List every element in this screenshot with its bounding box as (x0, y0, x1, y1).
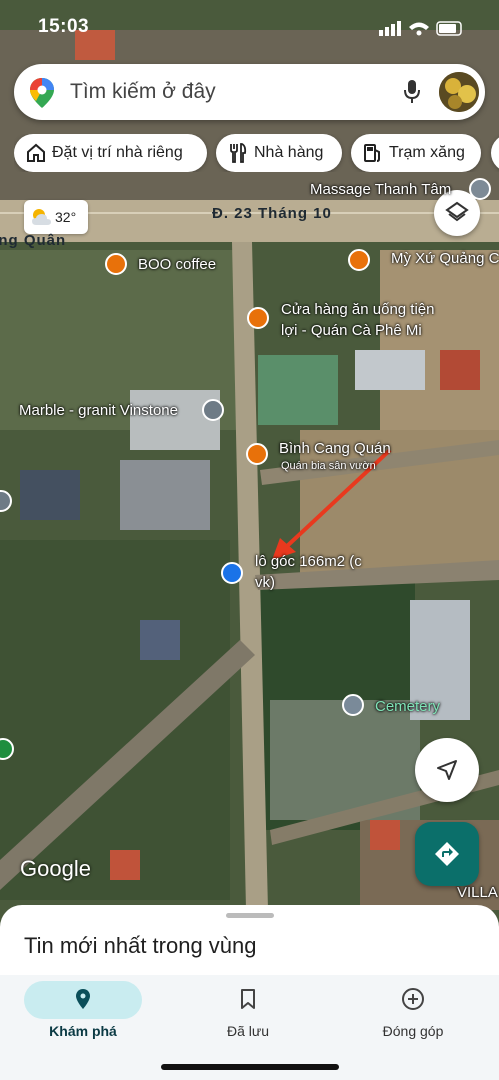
cafe-pin-icon[interactable] (105, 253, 127, 275)
street-label-left: Long Quân (0, 232, 67, 249)
chip-restaurants[interactable]: Nhà hàng (216, 134, 342, 172)
sheet-handle[interactable] (226, 913, 274, 918)
chip-set-home-label: Đặt vị trí nhà riêng (52, 144, 183, 161)
google-attribution: Google (20, 856, 91, 881)
gas-station-icon (364, 144, 380, 162)
marble-pin-icon[interactable] (202, 399, 224, 421)
flag-pin-icon[interactable] (221, 562, 243, 584)
home-icon (27, 143, 45, 162)
place-label-pin-line1[interactable]: lô góc 166m2 (c (255, 553, 362, 570)
tab-explore-label: Khám phá (49, 1023, 117, 1039)
add-circle-icon (402, 988, 424, 1010)
tab-contribute-label: Đóng góp (382, 1023, 444, 1039)
chip-restaurants-label: Nhà hàng (254, 144, 324, 161)
tab-saved[interactable]: Đã lưu (178, 975, 318, 1055)
place-label-massage[interactable]: Massage Thanh Tâm (310, 181, 451, 198)
massage-pin-icon[interactable] (469, 178, 491, 200)
place-label-villa: VILLA (457, 884, 498, 901)
category-chips: Đặt vị trí nhà riêng Nhà hàng Trạm xăng (14, 134, 499, 172)
sheet-title: Tin mới nhất trong vùng (24, 933, 257, 958)
microphone-icon[interactable] (402, 79, 422, 110)
avatar[interactable] (439, 72, 479, 112)
place-label-store-line1[interactable]: Cửa hàng ăn uống tiện (281, 301, 435, 318)
restaurant-icon (230, 143, 247, 163)
status-time: 15:03 (38, 16, 90, 37)
restaurant-pin-icon-2[interactable] (246, 443, 268, 465)
chip-more[interactable] (491, 134, 499, 172)
bookmark-icon (241, 989, 255, 1009)
search-bar[interactable]: Tìm kiếm ở đây (14, 64, 485, 120)
directions-icon (435, 842, 459, 866)
maps-pin-logo-icon (30, 78, 54, 113)
weather-badge: 32° (24, 200, 88, 234)
street-label-main: Đ. 23 Tháng 10 (212, 205, 332, 222)
place-label-store-line2[interactable]: lợi - Quán Cà Phê Mi (281, 322, 422, 339)
directions-button[interactable] (415, 822, 479, 886)
my-location-button[interactable] (415, 738, 479, 802)
place-label-boo-coffee[interactable]: BOO coffee (138, 256, 216, 273)
tab-contribute[interactable]: Đóng góp (343, 975, 483, 1055)
place-sublabel-binh-cang: Quán bia sân vườn (281, 460, 376, 472)
place-label-marble[interactable]: Marble - granit Vinstone (19, 402, 178, 419)
place-label-binh-cang[interactable]: Bình Cang Quán (279, 440, 391, 457)
tab-saved-label: Đã lưu (226, 1023, 270, 1039)
status-icons (379, 18, 465, 45)
explore-pin-icon (76, 989, 90, 1009)
cemetery-pin-icon[interactable] (342, 694, 364, 716)
chip-set-home[interactable]: Đặt vị trí nhà riêng (14, 134, 207, 172)
restaurant-pin-icon[interactable] (348, 249, 370, 271)
chip-gas-station-label: Trạm xăng (389, 144, 465, 161)
chip-gas-station[interactable]: Trạm xăng (351, 134, 481, 172)
layers-icon (445, 201, 469, 222)
partly-cloudy-icon (32, 209, 51, 225)
place-label-my-xu-quang[interactable]: Mỳ Xứ Quảng C (391, 250, 499, 267)
status-bar: 15:03 (0, 14, 499, 42)
tab-explore[interactable]: Khám phá (13, 975, 153, 1055)
home-indicator[interactable] (161, 1064, 339, 1070)
search-input[interactable]: Tìm kiếm ở đây (70, 80, 216, 104)
place-label-cemetery[interactable]: Cemetery (375, 698, 440, 715)
place-label-pin-line2[interactable]: vk) (255, 574, 275, 591)
cafe-pin-icon-2[interactable] (247, 307, 269, 329)
navigation-arrow-icon (437, 760, 457, 780)
weather-temp: 32° (55, 209, 77, 225)
